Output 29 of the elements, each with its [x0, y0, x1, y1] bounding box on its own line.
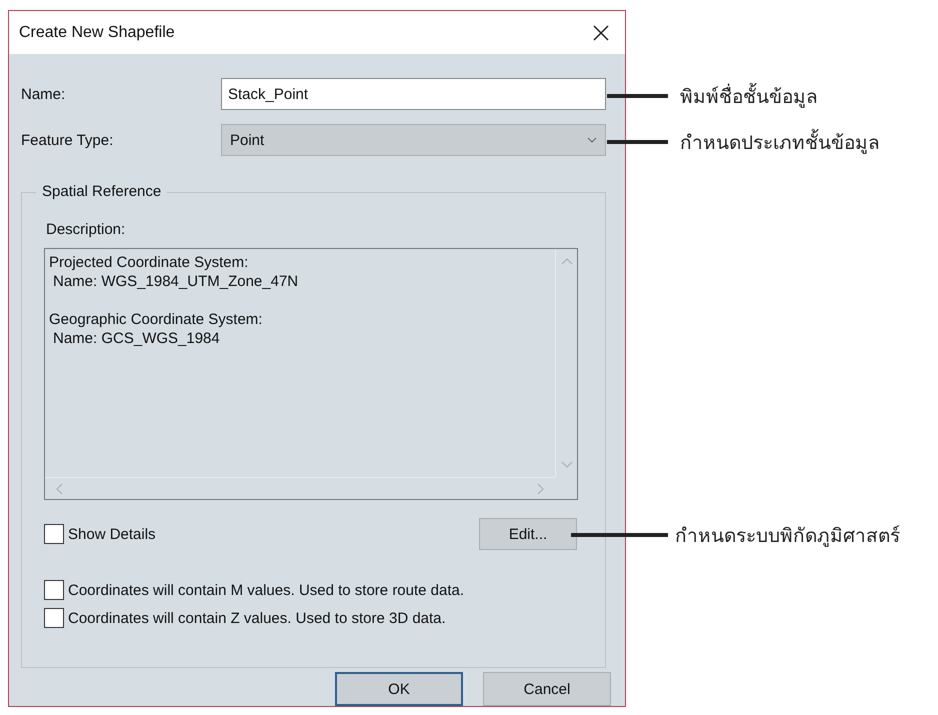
annotation-text: กำหนดระบบพิกัดภูมิศาสตร์: [675, 524, 900, 549]
feature-type-dropdown[interactable]: Point: [221, 124, 606, 156]
field-label: Feature Type:: [21, 132, 114, 148]
description-text: Name: GCS_WGS_1984: [52, 329, 221, 348]
chevron-up-icon[interactable]: [560, 257, 572, 265]
description-text: Projected Coordinate System:: [49, 253, 250, 272]
close-icon[interactable]: [593, 24, 609, 40]
name-field[interactable]: Stack_Point: [221, 78, 606, 110]
chevron-left-icon[interactable]: [55, 482, 63, 494]
checkbox[interactable]: [44, 580, 64, 600]
dialog-button[interactable]: OK: [335, 672, 463, 706]
annotation-text: กำหนดประเภทชั้นข้อมูล: [680, 127, 880, 157]
field-label: Name:: [21, 86, 66, 102]
description-text: Geographic Coordinate System:: [49, 310, 264, 329]
chevron-down-icon[interactable]: [560, 461, 572, 469]
description-text: Name: WGS_1984_UTM_Zone_47N: [52, 272, 300, 291]
chevron-right-icon[interactable]: [537, 482, 545, 494]
checkbox-label: Coordinates will contain Z values. Used to store 3D data.: [68, 610, 446, 626]
group-title: Spatial Reference: [36, 183, 168, 200]
annotation-text: พิมพ์ชื่อชั้นข้อมูล: [680, 81, 818, 111]
checkbox[interactable]: [44, 524, 64, 544]
checkbox-label: Coordinates will contain M values. Used to store route data.: [68, 582, 464, 598]
checkbox[interactable]: [44, 608, 64, 628]
dialog-button[interactable]: Cancel: [483, 672, 611, 706]
window-title: Create New Shapefile: [19, 24, 175, 42]
checkbox-label: Show Details: [68, 526, 156, 542]
description-label: Description:: [46, 221, 126, 238]
chevron-down-icon: [587, 137, 597, 143]
edit-button[interactable]: Edit...: [479, 518, 577, 550]
